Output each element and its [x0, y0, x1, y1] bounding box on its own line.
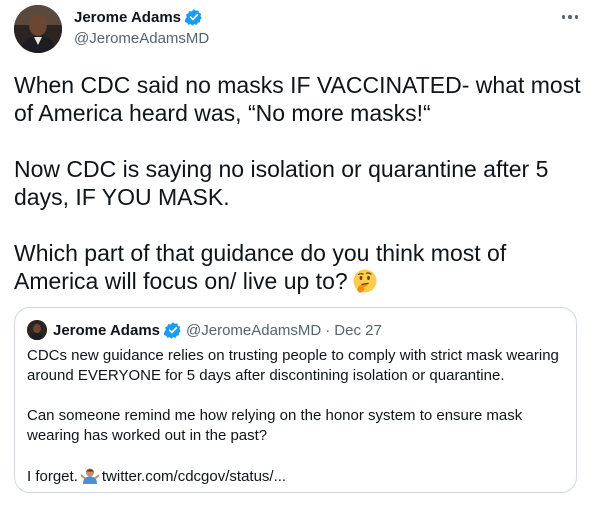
quoted-author-handle: @JeromeAdamsMD — [186, 321, 322, 339]
quoted-tweet-text: CDCs new guidance relies on trusting peo… — [27, 346, 567, 487]
quoted-verified-badge-icon — [163, 321, 182, 339]
separator-dot: · — [325, 321, 331, 339]
quoted-paragraph: CDCs new guidance relies on trusting peo… — [27, 347, 559, 384]
author-handle[interactable]: @JeromeAdamsMD — [74, 30, 209, 47]
quoted-link[interactable]: twitter.com/cdcgov/status/... — [102, 468, 286, 485]
quoted-date: Dec 27 — [334, 321, 382, 339]
tweet-text: When CDC said no masks IF VACCINATED- wh… — [14, 71, 586, 295]
tweet-paragraph: Which part of that guidance do you think… — [14, 239, 586, 295]
more-horizontal-icon[interactable] — [556, 6, 584, 28]
tweet-paragraph: Now CDC is saying no isolation or quaran… — [14, 156, 549, 210]
quoted-final-text: I forget. — [27, 468, 78, 485]
quoted-tweet-header: Jerome Adams @JeromeAdamsMD · Dec 27 — [27, 320, 382, 340]
quoted-author-name: Jerome Adams — [53, 321, 160, 339]
tweet-paragraph-text: Which part of that guidance do you think… — [14, 240, 507, 294]
quoted-tweet[interactable]: Jerome Adams @JeromeAdamsMD · Dec 27 CDC… — [14, 307, 577, 493]
thinking-face-emoji — [352, 268, 378, 294]
tweet-paragraph: When CDC said no masks IF VACCINATED- wh… — [14, 72, 581, 126]
quoted-final-line: I forget. twitter.com/cdcgov/status/... — [27, 466, 567, 487]
avatar[interactable] — [14, 5, 62, 53]
man-shrugging-emoji — [80, 466, 100, 484]
verified-badge-icon — [184, 8, 203, 26]
author-display-name[interactable]: Jerome Adams — [74, 9, 181, 26]
quoted-paragraph: Can someone remind me how relying on the… — [27, 407, 523, 444]
quoted-avatar — [27, 320, 47, 340]
author-name-row: Jerome Adams — [74, 8, 203, 26]
tweet: Jerome Adams @JeromeAdamsMD When CDC sai… — [0, 0, 600, 505]
